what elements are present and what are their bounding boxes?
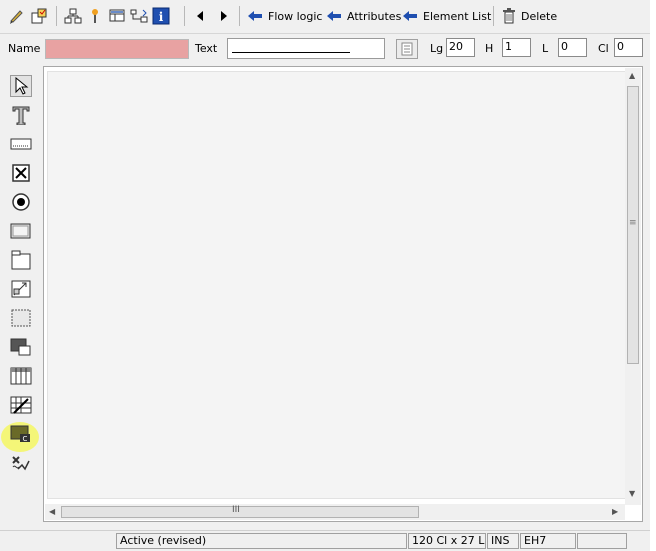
toolbar-separator [493, 6, 494, 26]
element-list-button[interactable]: Element List [402, 7, 491, 25]
scroll-left-icon[interactable]: ◀ [49, 507, 55, 516]
status-state: Active (revised) [116, 533, 407, 549]
h-field[interactable]: 1 [502, 38, 531, 57]
status-bar: Active (revised) 120 Cl x 27 L INS EH7 [0, 530, 650, 551]
toolbar-separator [56, 6, 57, 26]
application-toolbar: i Flow logic Attributes Element List Del… [0, 0, 650, 34]
text-icon[interactable] [10, 104, 32, 126]
layout-canvas[interactable] [47, 71, 627, 499]
layout-icon[interactable] [108, 7, 126, 25]
attributes-button[interactable]: Attributes [326, 7, 401, 25]
status-size: 120 Cl x 27 L [408, 533, 486, 549]
h-label: H [485, 42, 494, 55]
scroll-right-icon[interactable]: ▶ [612, 507, 618, 516]
text-list-button[interactable] [396, 39, 418, 59]
screen-painter-window: i Flow logic Attributes Element List Del… [0, 0, 656, 551]
status-icon[interactable] [10, 452, 32, 474]
toolbar-separator [184, 6, 185, 26]
scroll-up-icon[interactable]: ▲ [629, 71, 635, 80]
window-edge [650, 0, 656, 550]
subscreen-icon[interactable] [10, 278, 32, 300]
text-field[interactable] [227, 38, 385, 59]
pointer-icon[interactable] [10, 75, 32, 97]
properties-icon[interactable] [30, 7, 48, 25]
delete-label: Delete [521, 9, 558, 23]
input-field-icon[interactable] [10, 133, 32, 155]
svg-text:i: i [159, 10, 164, 24]
list-icon [401, 42, 413, 56]
back-arrow-icon [248, 11, 262, 21]
back-arrow-icon [327, 11, 341, 21]
attributes-label: Attributes [347, 9, 402, 23]
tree-icon[interactable] [130, 7, 148, 25]
cl-label: Cl [598, 42, 609, 55]
status-empty-cell [577, 533, 627, 549]
horizontal-scroll-thumb[interactable]: III [61, 505, 419, 518]
toolbar-icons-group-1 [8, 6, 48, 26]
flow-logic-button[interactable]: Flow logic [247, 7, 322, 25]
lg-field[interactable]: 20 [446, 38, 475, 57]
svg-text:C: C [23, 435, 28, 443]
trash-icon [503, 8, 515, 24]
flow-logic-label: Flow logic [268, 9, 323, 23]
cl-field[interactable]: 0 [614, 38, 643, 57]
box-icon[interactable] [10, 249, 32, 271]
tabstrip-icon[interactable] [10, 336, 32, 358]
l-label: L [542, 42, 549, 55]
back-arrow-icon [403, 11, 417, 21]
element-attributes-row: Name Text Lg 20 H 1 L 0 Cl 0 [0, 36, 650, 62]
element-palette: C [1, 72, 39, 480]
next-arrow-icon[interactable] [214, 7, 232, 25]
custom-control-icon[interactable]: C [10, 423, 32, 445]
table-control-icon[interactable] [10, 365, 32, 387]
vertical-scrollbar[interactable]: ▲ ≡ ▼ [625, 68, 641, 505]
toolbar-nav-group [192, 6, 232, 26]
name-field[interactable] [45, 39, 189, 59]
delete-button[interactable]: Delete [502, 7, 557, 25]
table-wizard-icon[interactable] [10, 394, 32, 416]
l-field[interactable]: 0 [558, 38, 587, 57]
radio-button-icon[interactable] [10, 191, 32, 213]
pencil-icon[interactable] [8, 7, 26, 25]
checkbox-icon[interactable] [10, 162, 32, 184]
name-label: Name [8, 42, 41, 55]
hierarchy-icon[interactable] [64, 7, 82, 25]
thumb-grip: ≡ [629, 218, 637, 228]
text-label: Text [195, 42, 218, 55]
prev-arrow-icon[interactable] [192, 7, 210, 25]
toolbar-separator [239, 6, 240, 26]
status-mode: INS [487, 533, 519, 549]
text-underline [232, 52, 350, 53]
horizontal-scrollbar[interactable]: ◀ III ▶ [45, 504, 625, 520]
lg-label: Lg [430, 42, 444, 55]
layout-canvas-frame: ▲ ≡ ▼ ◀ III ▶ [43, 66, 643, 522]
pushbutton-icon[interactable] [10, 220, 32, 242]
info-icon[interactable]: i [152, 7, 170, 25]
marker-icon[interactable] [86, 7, 104, 25]
frame-icon[interactable] [10, 307, 32, 329]
scroll-down-icon[interactable]: ▼ [629, 489, 635, 498]
status-element: EH7 [520, 533, 576, 549]
thumb-grip: III [232, 505, 240, 515]
vertical-scroll-thumb[interactable]: ≡ [627, 86, 639, 364]
element-list-label: Element List [423, 9, 492, 23]
toolbar-icons-group-2: i [64, 6, 170, 26]
